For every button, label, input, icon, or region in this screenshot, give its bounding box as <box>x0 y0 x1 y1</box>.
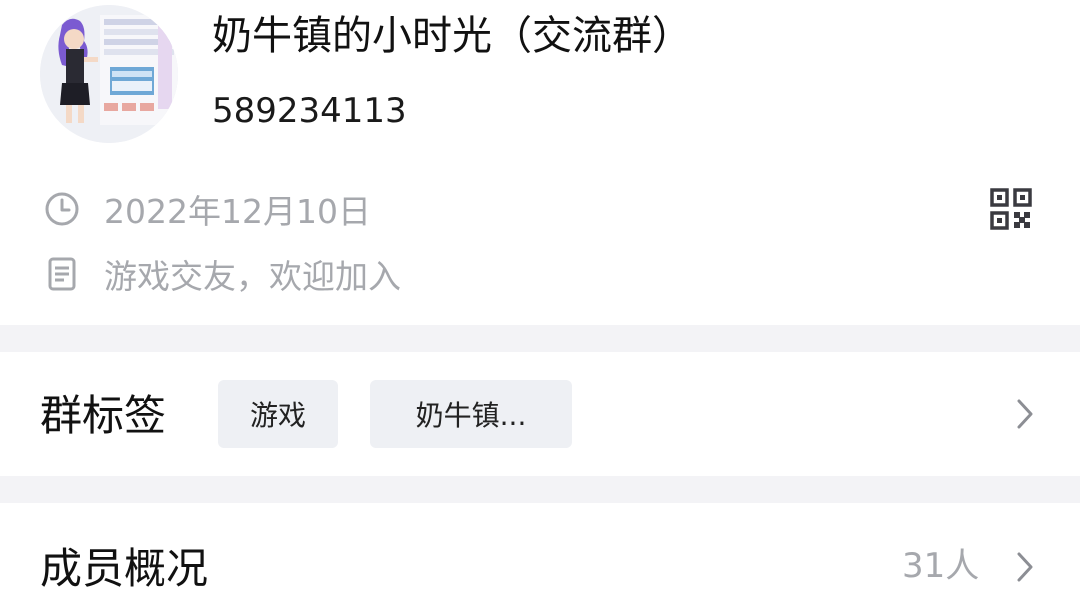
group-description: 游戏交友，欢迎加入 <box>104 257 401 296</box>
created-date-row: 2022年12月10日 <box>44 186 371 232</box>
chevron-right-icon <box>1014 549 1036 585</box>
document-icon <box>44 256 80 292</box>
group-id[interactable]: 589234113 <box>212 88 407 134</box>
group-avatar[interactable] <box>40 5 178 143</box>
section-divider <box>0 325 1080 352</box>
clock-icon <box>44 191 80 227</box>
chevron-right-icon <box>1014 396 1036 432</box>
member-overview-title: 成员概况 <box>40 544 209 593</box>
tag-game[interactable]: 游戏 <box>218 380 338 448</box>
group-header: 奶牛镇的小时光（交流群） 589234113 <box>0 0 1080 160</box>
section-divider <box>0 476 1080 503</box>
tag-stardew[interactable]: 奶牛镇... <box>370 380 572 448</box>
group-name: 奶牛镇的小时光（交流群） <box>212 13 692 59</box>
group-profile-page: 奶牛镇的小时光（交流群） 589234113 2022年12月10日 游戏交友，… <box>0 0 1080 606</box>
group-tags-row[interactable]: 群标签 游戏 奶牛镇... <box>0 352 1080 476</box>
description-row: 游戏交友，欢迎加入 <box>44 251 401 297</box>
created-date: 2022年12月10日 <box>104 192 371 231</box>
member-overview-row[interactable]: 成员概况 31人 <box>0 503 1080 606</box>
member-count: 31人 <box>902 546 980 586</box>
qr-code-icon[interactable] <box>990 188 1032 230</box>
avatar-icon <box>40 5 178 143</box>
group-tags-title: 群标签 <box>40 391 167 440</box>
